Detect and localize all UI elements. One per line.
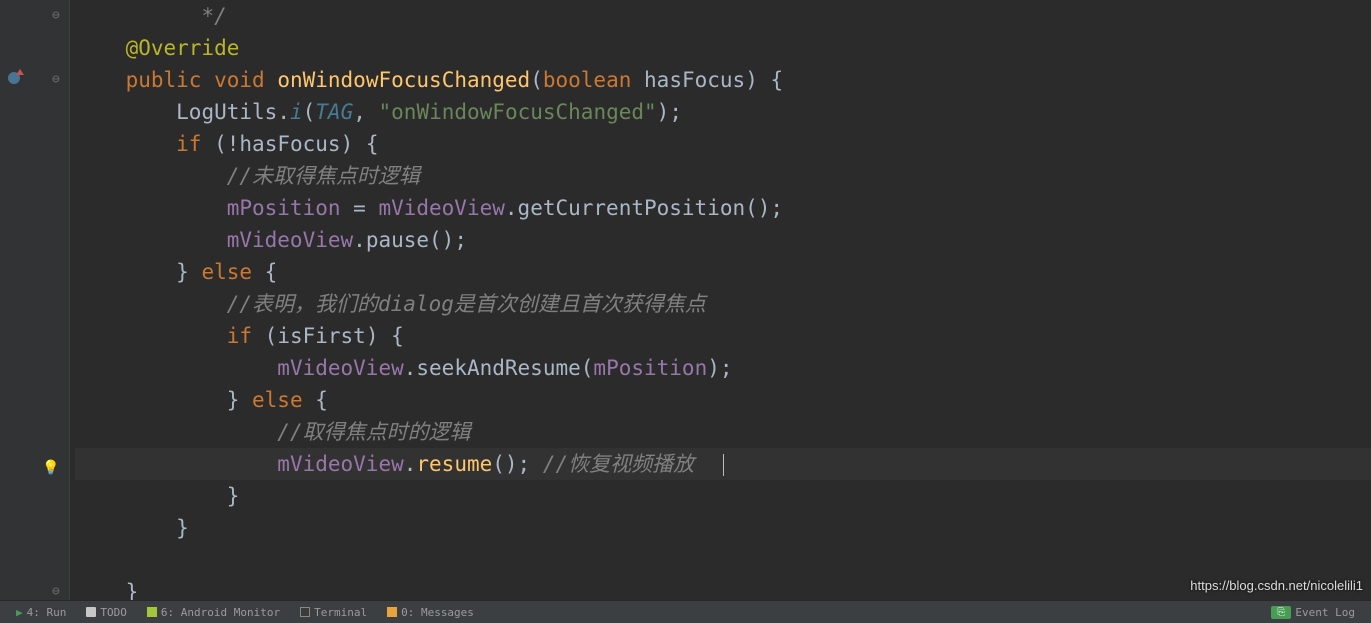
todo-icon <box>86 607 96 617</box>
fold-end-icon[interactable]: ⊖ <box>52 8 60 23</box>
tool-todo-button[interactable]: TODO <box>76 601 137 623</box>
tool-label: TODO <box>100 606 127 619</box>
messages-icon <box>387 607 397 617</box>
code-line: } <box>75 480 1371 512</box>
code-line: //未取得焦点时逻辑 <box>75 160 1371 192</box>
event-log-icon: ⎘ <box>1271 606 1291 619</box>
tool-label: Terminal <box>314 606 367 619</box>
tool-label: 0: Messages <box>401 606 474 619</box>
tool-event-log-button[interactable]: ⎘ Event Log <box>1261 601 1365 623</box>
fold-begin-icon[interactable]: ⊖ <box>52 72 60 87</box>
terminal-icon <box>300 607 310 617</box>
code-editor[interactable]: */ @Override public void onWindowFocusCh… <box>70 0 1371 600</box>
code-line <box>75 544 1371 576</box>
code-line: */ <box>75 0 1371 32</box>
tool-android-monitor-button[interactable]: 6: Android Monitor <box>137 601 290 623</box>
tool-label: 4: Run <box>27 606 67 619</box>
code-line: @Override <box>75 32 1371 64</box>
code-line: } else { <box>75 256 1371 288</box>
code-line: LogUtils.i(TAG, "onWindowFocusChanged"); <box>75 96 1371 128</box>
tool-run-button[interactable]: ▶ 4: Run <box>6 601 76 623</box>
tool-label: Event Log <box>1295 606 1355 619</box>
text-cursor <box>723 454 724 476</box>
tool-window-bar: ▶ 4: Run TODO 6: Android Monitor Termina… <box>0 600 1371 623</box>
tool-messages-button[interactable]: 0: Messages <box>377 601 484 623</box>
code-line: //表明，我们的dialog是首次创建且首次获得焦点 <box>75 288 1371 320</box>
code-line-current: mVideoView.resume(); //恢复视频播放 <box>75 448 1371 480</box>
code-line: mPosition = mVideoView.getCurrentPositio… <box>75 192 1371 224</box>
code-line: } else { <box>75 384 1371 416</box>
intention-bulb-icon[interactable]: 💡 <box>42 460 59 476</box>
editor-gutter: ⊖ ⊖ 💡 ⊖ <box>0 0 70 600</box>
override-marker-icon[interactable] <box>8 72 20 88</box>
tool-label: 6: Android Monitor <box>161 606 280 619</box>
android-icon <box>147 607 157 617</box>
code-line: mVideoView.pause(); <box>75 224 1371 256</box>
watermark-text: https://blog.csdn.net/nicolelili1 <box>1190 578 1363 593</box>
tool-terminal-button[interactable]: Terminal <box>290 601 377 623</box>
code-line: mVideoView.seekAndResume(mPosition); <box>75 352 1371 384</box>
code-line: if (!hasFocus) { <box>75 128 1371 160</box>
code-line: } <box>75 512 1371 544</box>
run-icon: ▶ <box>16 606 23 619</box>
fold-end-icon[interactable]: ⊖ <box>52 584 60 599</box>
code-line: if (isFirst) { <box>75 320 1371 352</box>
code-line: //取得焦点时的逻辑 <box>75 416 1371 448</box>
code-line: public void onWindowFocusChanged(boolean… <box>75 64 1371 96</box>
